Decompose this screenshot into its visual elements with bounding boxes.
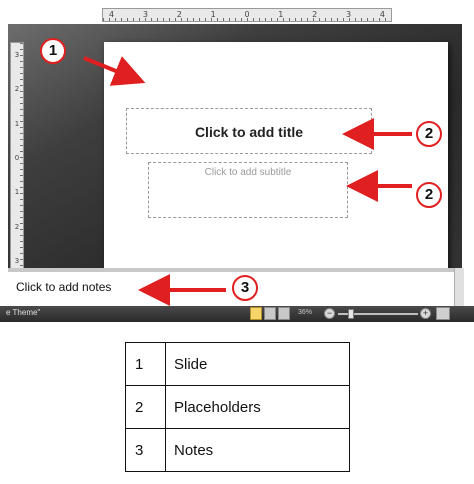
legend-label: Notes: [165, 428, 350, 472]
table-row: 2 Placeholders: [125, 385, 350, 429]
slide-arrow: [83, 56, 146, 86]
powerpoint-screenshot: 4 3 2 1 0 1 2 3 4 3 2 1 0 1 2 3 Click to…: [0, 0, 474, 322]
callout-title: 2: [416, 121, 442, 147]
legend-number: 1: [125, 342, 166, 386]
callout-subtitle: 2: [416, 182, 442, 208]
table-row: 1 Slide: [125, 342, 350, 386]
legend-number: 2: [125, 385, 166, 429]
callout-notes: 3: [232, 275, 258, 301]
legend-label: Placeholders: [165, 385, 350, 429]
callout-slide: 1: [40, 38, 66, 64]
table-row: 3 Notes: [125, 428, 350, 472]
legend-label: Slide: [165, 342, 350, 386]
callout-arrows: [83, 56, 412, 306]
legend-number: 3: [125, 428, 166, 472]
legend-table: 1 Slide 2 Placeholders 3 Notes: [125, 342, 350, 472]
